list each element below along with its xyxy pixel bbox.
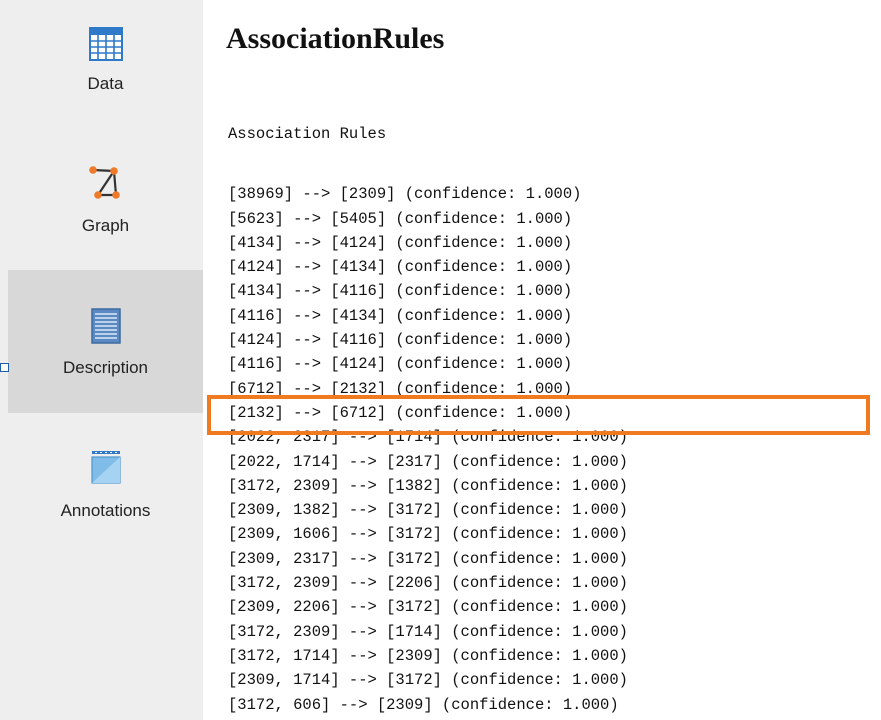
sidebar-item-data[interactable]: Data bbox=[8, 10, 203, 110]
rule-line: [3172, 606] --> [2309] (confidence: 1.00… bbox=[228, 695, 619, 714]
table-grid-icon bbox=[86, 24, 126, 64]
main-content: AssociationRules Association Rules [3896… bbox=[212, 0, 881, 720]
page-title: AssociationRules bbox=[226, 22, 445, 55]
sidebar-item-label: Graph bbox=[81, 216, 130, 235]
rule-line: [2309, 1382] --> [3172] (confidence: 1.0… bbox=[228, 501, 628, 520]
sidebar-item-label: Data bbox=[87, 74, 124, 93]
rule-line: [4124] --> [4116] (confidence: 1.000) bbox=[228, 331, 573, 350]
sidebar: Data Graph Description Annotations bbox=[0, 0, 203, 720]
rule-line: [4134] --> [4124] (confidence: 1.000) bbox=[228, 233, 573, 252]
rules-output: Association Rules [38969] --> [2309] (co… bbox=[228, 86, 628, 717]
rule-line: [2022, 2317] --> [1714] (confidence: 1.0… bbox=[228, 428, 628, 447]
rule-line: [2309, 2317] --> [3172] (confidence: 1.0… bbox=[228, 549, 628, 568]
annotation-icon bbox=[86, 445, 126, 485]
sidebar-item-description[interactable]: Description bbox=[8, 270, 203, 413]
rule-line: [2309, 2206] --> [3172] (confidence: 1.0… bbox=[228, 598, 628, 617]
rule-line: [3172, 2309] --> [1714] (confidence: 1.0… bbox=[228, 622, 628, 641]
rule-line: [3172, 2309] --> [1382] (confidence: 1.0… bbox=[228, 476, 628, 495]
rule-line: [4124] --> [4134] (confidence: 1.000) bbox=[228, 258, 573, 277]
rule-line: [2132] --> [6712] (confidence: 1.000) bbox=[228, 403, 573, 422]
rule-line: [2022, 1714] --> [2317] (confidence: 1.0… bbox=[228, 452, 628, 471]
graph-icon bbox=[86, 162, 126, 202]
rule-line: [3172, 1714] --> [2309] (confidence: 1.0… bbox=[228, 646, 628, 665]
rule-line: [6712] --> [2132] (confidence: 1.000) bbox=[228, 379, 573, 398]
rule-line: [5623] --> [5405] (confidence: 1.000) bbox=[228, 209, 573, 228]
rule-line: [3172, 2309] --> [2206] (confidence: 1.0… bbox=[228, 574, 628, 593]
rule-line: [4116] --> [4134] (confidence: 1.000) bbox=[228, 306, 573, 325]
rule-line: [2309, 1606] --> [3172] (confidence: 1.0… bbox=[228, 525, 628, 544]
sidebar-item-graph[interactable]: Graph bbox=[8, 140, 203, 250]
rule-line: [4116] --> [4124] (confidence: 1.000) bbox=[228, 355, 573, 374]
selection-marker bbox=[0, 363, 9, 372]
rule-line: [38969] --> [2309] (confidence: 1.000) bbox=[228, 185, 582, 204]
rule-line: [2309, 1714] --> [3172] (confidence: 1.0… bbox=[228, 671, 628, 690]
document-icon bbox=[86, 306, 126, 346]
sidebar-item-label: Annotations bbox=[60, 501, 151, 520]
sidebar-item-label: Description bbox=[62, 358, 149, 377]
app-window: Data Graph Description Annotations Assoc… bbox=[0, 0, 881, 720]
sidebar-item-annotations[interactable]: Annotations bbox=[8, 425, 203, 540]
rules-heading: Association Rules bbox=[228, 125, 387, 143]
rule-line: [4134] --> [4116] (confidence: 1.000) bbox=[228, 282, 573, 301]
